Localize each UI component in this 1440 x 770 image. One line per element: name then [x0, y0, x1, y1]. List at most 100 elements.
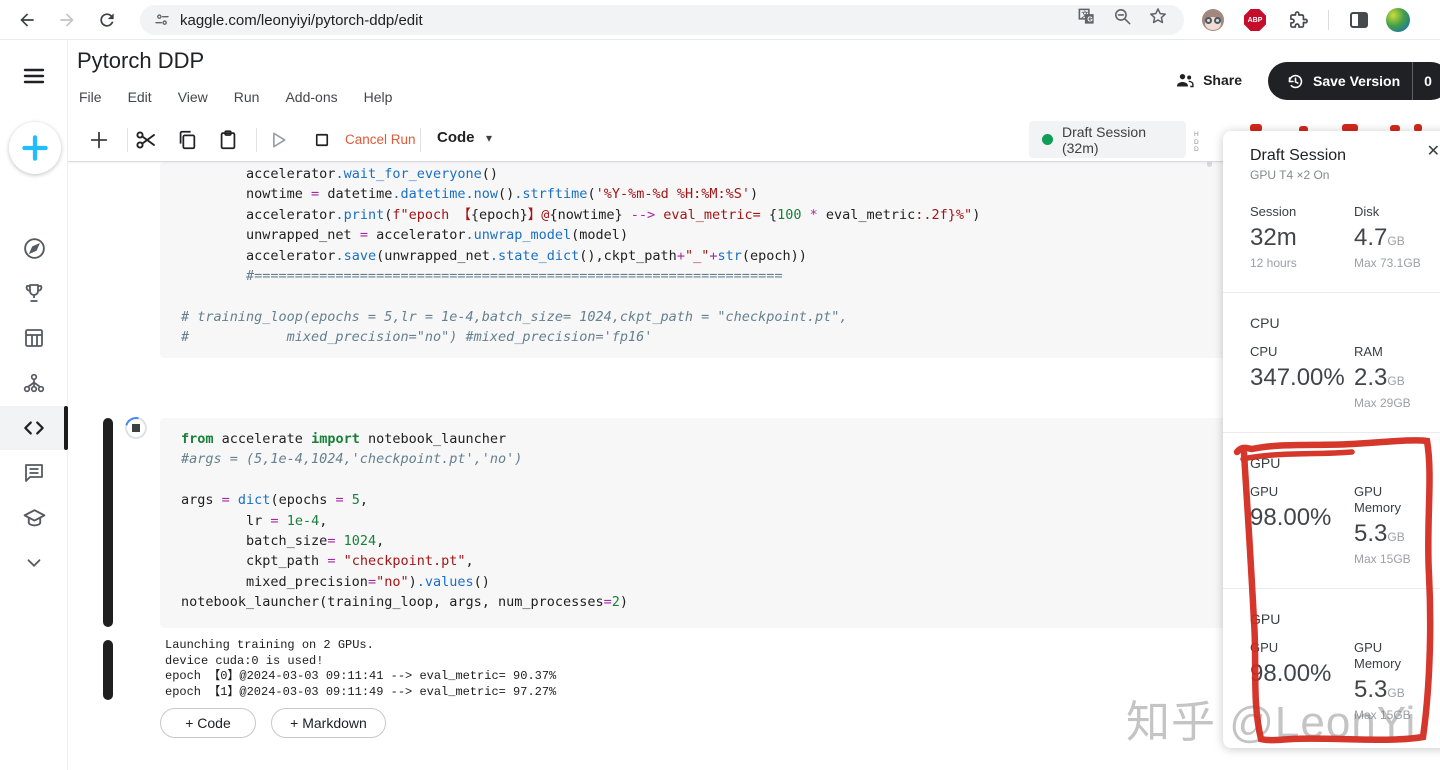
toolbar-divider: [1328, 10, 1329, 30]
code-token: accelerator: [368, 227, 466, 243]
code-token: .strftime: [514, 186, 587, 202]
datasets-table-icon[interactable]: [0, 316, 68, 360]
cell-type-dropdown[interactable]: Code: [437, 129, 475, 146]
metric: Disk4.7GBMax 73.1GB: [1354, 204, 1421, 270]
explore-compass-icon[interactable]: [0, 226, 68, 270]
code-token: 1024: [344, 533, 377, 549]
cut-icon[interactable]: [132, 126, 160, 154]
models-network-icon[interactable]: [0, 361, 68, 405]
stop-icon[interactable]: [308, 126, 336, 154]
add-markdown-button[interactable]: + Markdown: [271, 708, 386, 738]
code-token: .state_dict: [490, 248, 579, 264]
page: kaggle.com/leonyiyi/pytorch-ddp/edit 文G …: [0, 0, 1440, 770]
paste-icon[interactable]: [214, 126, 242, 154]
notebook-title[interactable]: Pytorch DDP: [77, 48, 204, 74]
bookmark-star-icon[interactable]: [1146, 5, 1170, 27]
hdd-tab-label[interactable]: HDD: [1194, 131, 1199, 154]
add-code-button[interactable]: + Code: [160, 708, 256, 738]
metric-label: GPU: [1250, 484, 1328, 500]
version-count[interactable]: 0: [1424, 73, 1432, 89]
code-token: (): [498, 186, 514, 202]
reload-icon[interactable]: [94, 7, 120, 33]
side-panel-icon[interactable]: [1347, 8, 1371, 32]
toolbar-divider: [420, 128, 421, 152]
create-plus-icon[interactable]: [9, 122, 61, 174]
profile-avatar[interactable]: [1386, 8, 1410, 32]
code-token: "no": [376, 574, 409, 590]
metric-value: 5.3GB: [1354, 520, 1432, 548]
code-token: 】@: [528, 207, 550, 223]
cancel-run-button[interactable]: Cancel Run: [345, 132, 416, 147]
code-token: +: [709, 248, 717, 264]
close-icon[interactable]: ✕: [1427, 141, 1440, 161]
code-token: # training_loop(epochs = 5,lr = 1e-4,bat…: [181, 309, 847, 325]
output-line: Launching training on 2 GPUs.: [160, 638, 1220, 654]
metric-row: Session32m12 hoursDisk4.7GBMax 73.1GB: [1250, 204, 1434, 270]
code-token: "checkpoint.pt": [344, 553, 466, 569]
code-token: ckpt_path: [181, 553, 327, 569]
metric-sub: Max 73.1GB: [1354, 256, 1421, 270]
zoom-icon[interactable]: [1110, 5, 1134, 27]
code-token: ): [620, 594, 628, 610]
code-token: ,: [360, 492, 368, 508]
code-token: lr: [181, 513, 270, 529]
back-icon[interactable]: [14, 7, 40, 33]
run-icon[interactable]: [264, 126, 292, 154]
learn-gradcap-icon[interactable]: [0, 496, 68, 540]
code-token: # mixed_precision="no") #mixed_precision…: [181, 329, 652, 345]
menu-help[interactable]: Help: [364, 89, 393, 105]
discussions-comment-icon[interactable]: [0, 451, 68, 495]
chevron-down-icon: ▾: [486, 131, 492, 145]
session-panel: ✕ Draft Session GPU T4 ×2 On Session32m1…: [1223, 131, 1440, 748]
output-selection-bar[interactable]: [103, 640, 113, 700]
menu-run[interactable]: Run: [234, 89, 260, 105]
metric-row: CPU347.00%RAM2.3GBMax 29GB: [1250, 344, 1434, 410]
site-info-icon[interactable]: [154, 12, 170, 28]
code-token: eval_metric: [818, 207, 916, 223]
code-token: str: [718, 248, 742, 264]
menu-icon[interactable]: [0, 54, 68, 98]
panel-divider: [1223, 432, 1440, 433]
code-token: {: [769, 207, 777, 223]
cell-selection-bar[interactable]: [103, 418, 113, 627]
code-icon[interactable]: [0, 406, 68, 450]
code-token: +: [677, 248, 685, 264]
menu-add-ons[interactable]: Add-ons: [285, 89, 337, 105]
metric-unit: GB: [1387, 374, 1404, 388]
address-bar[interactable]: kaggle.com/leonyiyi/pytorch-ddp/edit: [140, 5, 1184, 35]
session-metrics: Session32m12 hoursDisk4.7GBMax 73.1GB CPU…: [1250, 204, 1434, 722]
metric-sub: Max 29GB: [1354, 396, 1411, 410]
menu-edit[interactable]: Edit: [128, 89, 152, 105]
menu-view[interactable]: View: [178, 89, 208, 105]
metric-label: GPU: [1250, 640, 1328, 656]
extensions-puzzle-icon[interactable]: [1286, 8, 1310, 32]
more-chevron-icon[interactable]: [0, 541, 68, 585]
code-token: unwrapped_net: [181, 227, 360, 243]
abp-extension-icon[interactable]: ABP: [1243, 8, 1267, 32]
code-token: (unwrapped_net: [376, 248, 490, 264]
code-token: .print: [335, 207, 384, 223]
share-button[interactable]: Share: [1175, 70, 1242, 90]
code-token: from: [181, 431, 214, 447]
code-token: (): [474, 574, 490, 590]
forward-icon[interactable]: [54, 7, 80, 33]
metric-label: CPU: [1250, 344, 1328, 360]
metric-label: Session: [1250, 204, 1328, 220]
metric-label: Disk: [1354, 204, 1421, 220]
monkey-extension-icon[interactable]: [1201, 8, 1225, 32]
url-text[interactable]: kaggle.com/leonyiyi/pytorch-ddp/edit: [180, 12, 423, 29]
translate-icon[interactable]: 文G: [1074, 5, 1098, 27]
add-cell-icon[interactable]: [85, 126, 113, 154]
code-token: ,: [376, 533, 384, 549]
competitions-trophy-icon[interactable]: [0, 271, 68, 315]
code-token: accelerate: [214, 431, 312, 447]
menu-file[interactable]: File: [79, 89, 102, 105]
code-token: ): [972, 207, 980, 223]
draft-session-chip[interactable]: Draft Session (32m): [1029, 121, 1186, 158]
code-token: [335, 533, 343, 549]
save-version-button[interactable]: Save Version 0: [1268, 62, 1440, 100]
code-token: '%Y-%m-%d %H:%M:%S': [596, 186, 750, 202]
copy-icon[interactable]: [173, 126, 201, 154]
code-token: .datetime: [392, 186, 465, 202]
save-version-label: Save Version: [1313, 73, 1400, 89]
